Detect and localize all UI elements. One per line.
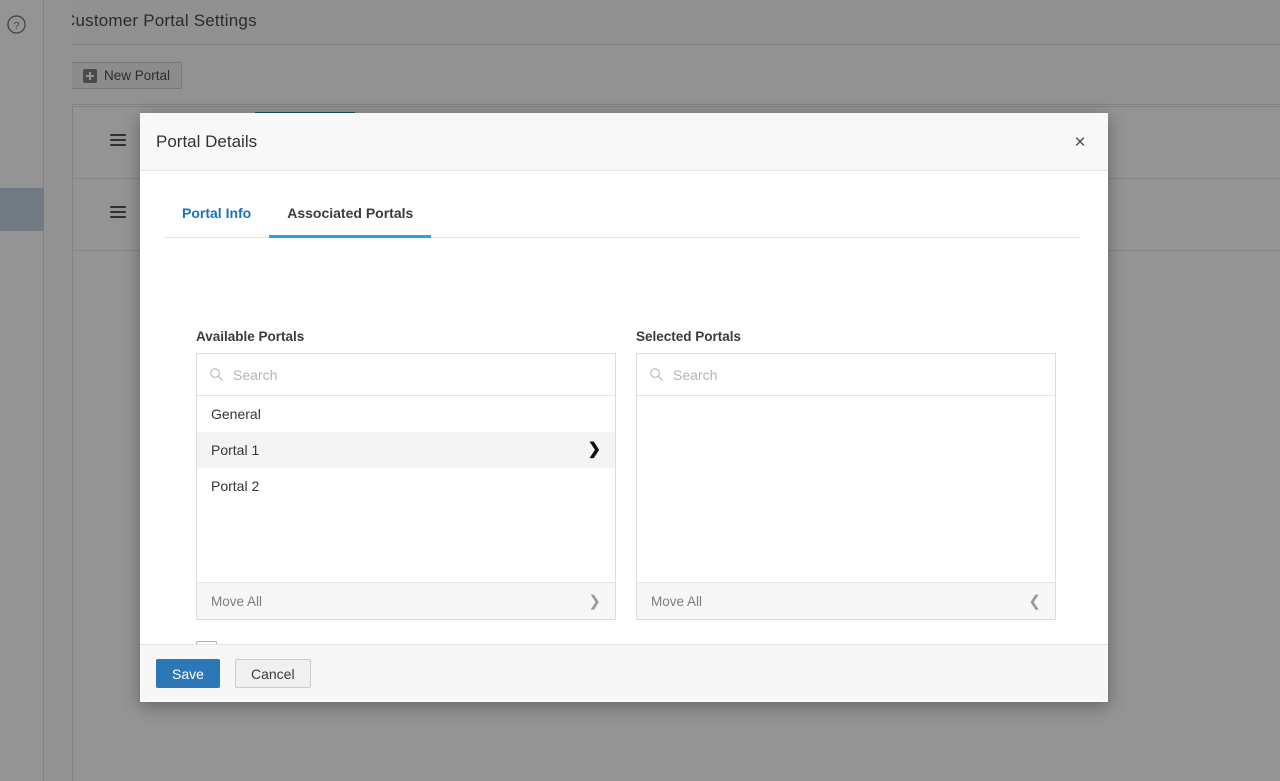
selected-portals-list (637, 396, 1055, 582)
selected-search-input[interactable]: Search (673, 367, 717, 383)
dialog-title: Portal Details (156, 132, 257, 152)
save-button[interactable]: Save (156, 659, 220, 688)
tab-associated-portals[interactable]: Associated Portals (269, 199, 431, 238)
available-portals-box: Search General Portal 1 ❯ Portal 2 (196, 353, 616, 620)
selected-search-row[interactable]: Search (637, 354, 1055, 396)
selected-portals-label: Selected Portals (636, 329, 1056, 344)
chevron-right-icon[interactable]: ❯ (588, 442, 601, 458)
list-item[interactable]: General (197, 396, 615, 432)
chevron-right-icon: ❯ (588, 594, 601, 609)
list-item-label: Portal 2 (211, 478, 259, 494)
available-portals-list: General Portal 1 ❯ Portal 2 (197, 396, 615, 582)
tab-portal-info[interactable]: Portal Info (164, 199, 269, 237)
search-icon (649, 367, 664, 382)
list-item-label: General (211, 406, 261, 422)
dialog-tabs: Portal Info Associated Portals (164, 199, 1080, 238)
search-icon (209, 367, 224, 382)
list-item[interactable]: Portal 1 ❯ (197, 432, 615, 468)
list-item-label: Portal 1 (211, 442, 259, 458)
available-search-row[interactable]: Search (197, 354, 615, 396)
dialog-footer: Save Cancel (140, 644, 1108, 701)
available-move-all-label: Move All (211, 594, 262, 609)
dialog-header: Portal Details × (140, 113, 1108, 171)
dialog-body: Portal Info Associated Portals Available… (140, 171, 1108, 644)
available-portals-label: Available Portals (196, 329, 616, 344)
portal-details-dialog: Portal Details × Portal Info Associated … (140, 113, 1108, 702)
available-portals-panel: Available Portals Search General (196, 329, 616, 620)
cancel-button[interactable]: Cancel (235, 659, 311, 688)
list-item[interactable]: Portal 2 (197, 468, 615, 504)
selected-move-all-button[interactable]: Move All ❮ (637, 582, 1055, 619)
close-icon[interactable]: × (1066, 128, 1094, 156)
available-move-all-button[interactable]: Move All ❯ (197, 582, 615, 619)
available-search-input[interactable]: Search (233, 367, 277, 383)
selected-portals-panel: Selected Portals Search Move All ❮ (636, 329, 1056, 620)
selected-portals-box: Search Move All ❮ (636, 353, 1056, 620)
selected-move-all-label: Move All (651, 594, 702, 609)
chevron-left-icon: ❮ (1028, 594, 1041, 609)
